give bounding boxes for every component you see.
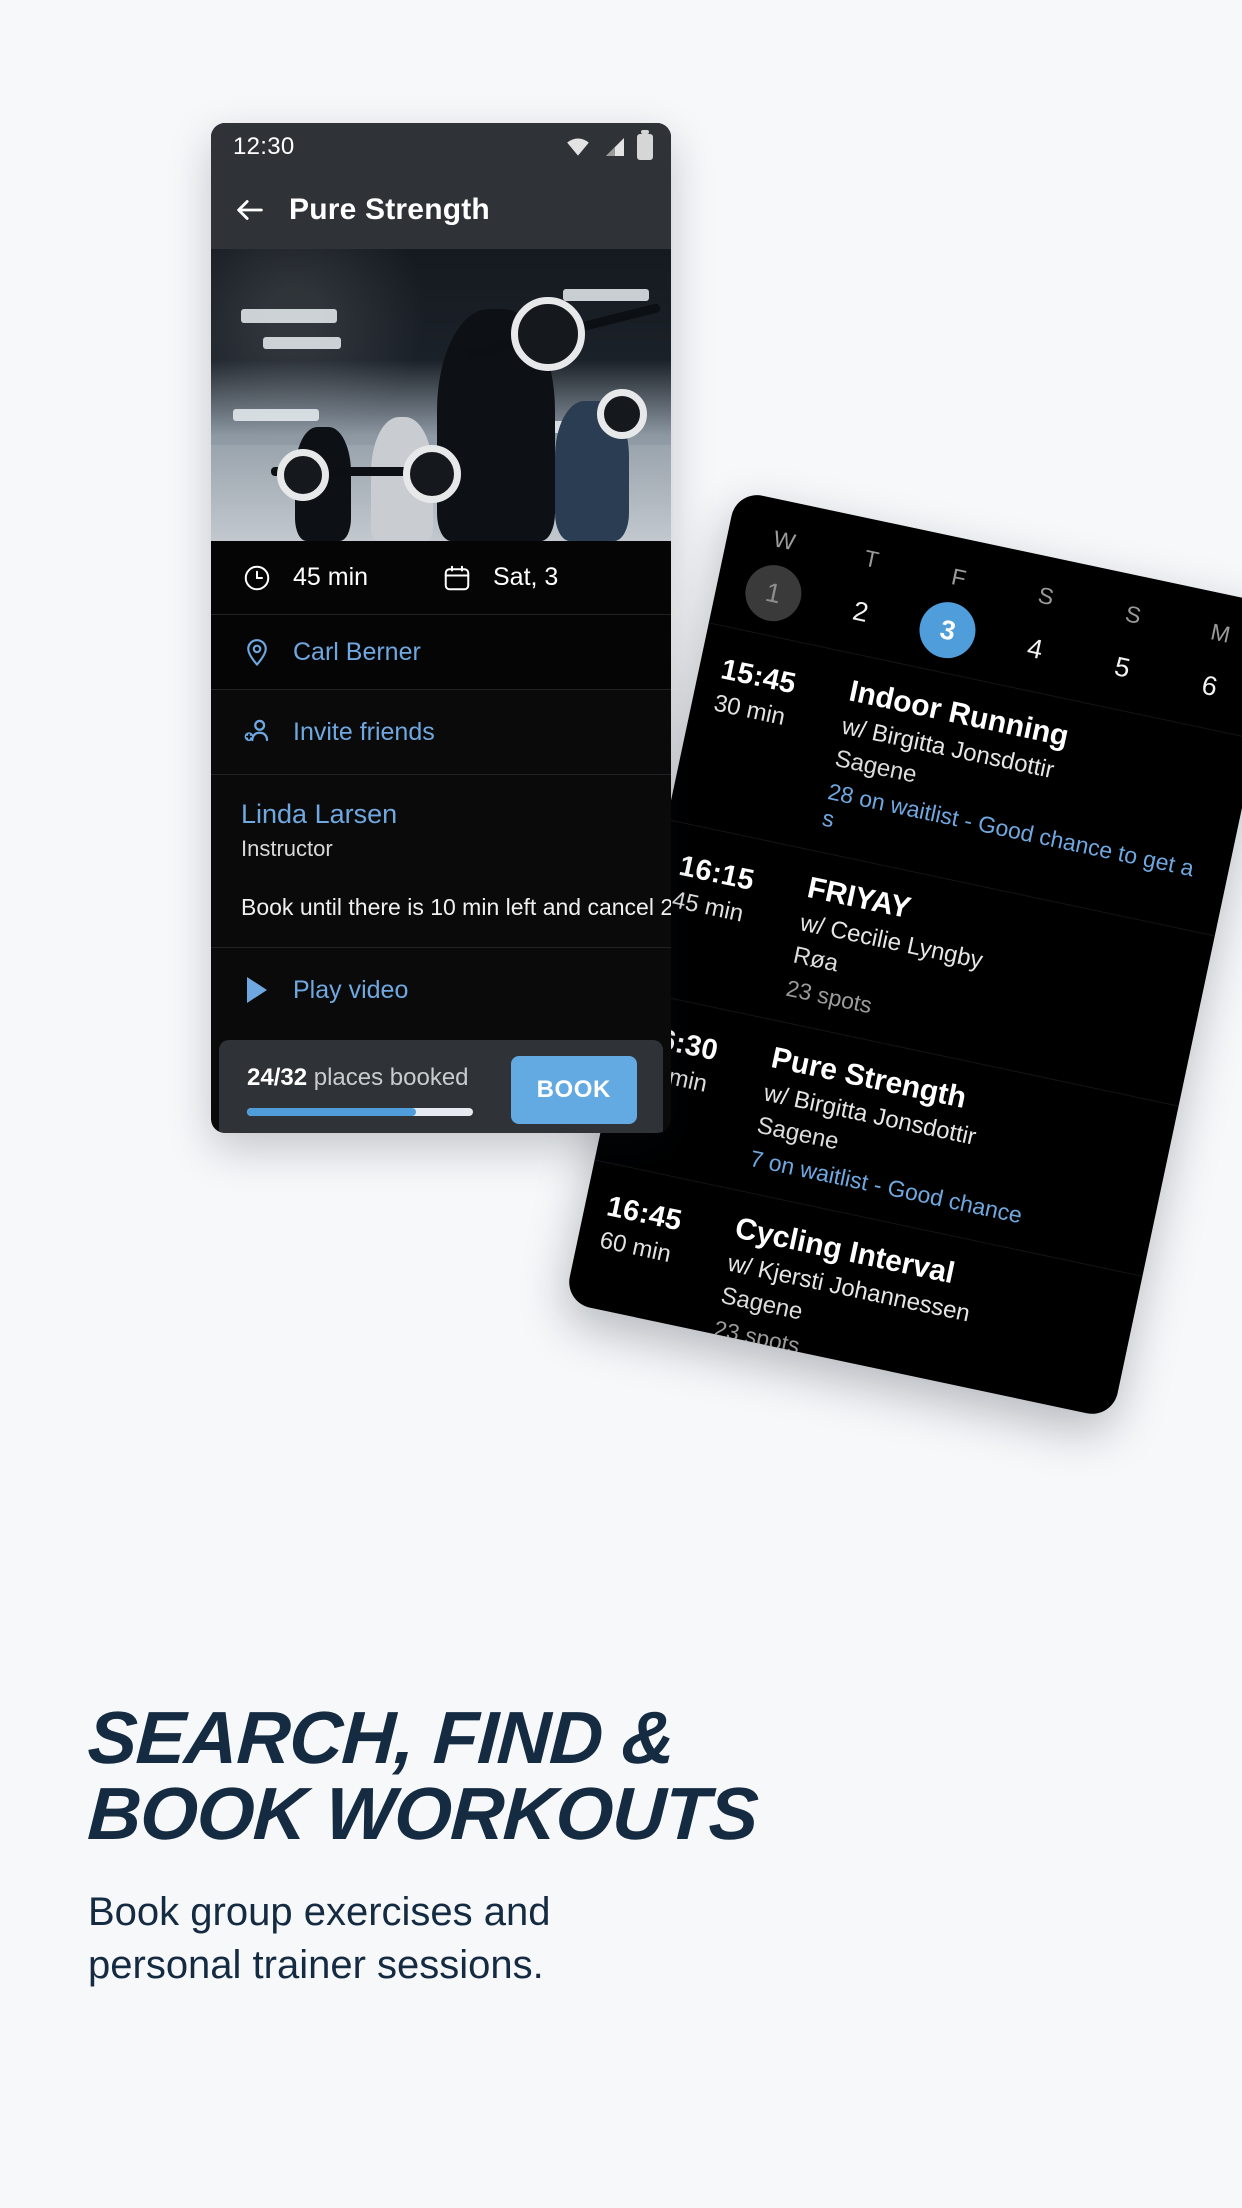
class-time-block: 16:15 45 min [669, 844, 793, 937]
day-chip[interactable]: S 5 [1086, 595, 1166, 701]
clock-icon [241, 562, 273, 594]
class-time-block: 16:45 30 min [564, 1355, 685, 1419]
status-bar: 12:30 [211, 123, 671, 171]
day-chip[interactable]: T 2 [824, 540, 904, 646]
day-chip[interactable]: W 1 [737, 521, 817, 627]
instructor-block[interactable]: Linda Larsen Instructor [211, 775, 671, 872]
day-letter: S [1123, 600, 1145, 629]
day-number: 1 [740, 559, 807, 627]
day-letter: F [949, 563, 969, 592]
wifi-icon [567, 138, 589, 156]
places-booked-count: 24/32 [247, 1064, 308, 1091]
arrow-left-icon[interactable] [233, 193, 267, 227]
class-time-block: 16:45 60 min [597, 1185, 721, 1278]
day-number: 4 [1024, 632, 1046, 666]
status-bar-clock: 12:30 [233, 133, 295, 160]
day-chip-selected[interactable]: F 3 [912, 558, 992, 664]
places-booked-text: 24/32 places booked [247, 1064, 493, 1092]
calendar-icon [441, 562, 473, 594]
booking-policy-text: Book until there is 10 min left and canc… [211, 872, 671, 948]
instructor-role: Instructor [241, 836, 333, 861]
day-chip[interactable]: S 4 [999, 577, 1079, 683]
booking-progress-track [247, 1108, 473, 1116]
map-pin-icon [241, 636, 273, 668]
invite-friends-row[interactable]: Invite friends [211, 689, 671, 775]
day-number: 6 [1199, 669, 1221, 703]
subtext: Book group exercises and personal traine… [88, 1890, 551, 1987]
class-duration: 30 min [564, 1396, 638, 1419]
class-time: 16:45 [567, 1360, 649, 1408]
book-button[interactable]: BOOK [510, 1056, 637, 1124]
add-person-icon [241, 716, 273, 748]
location-value: Carl Berner [293, 637, 421, 666]
day-letter: T [862, 544, 882, 574]
day-number: 3 [914, 597, 982, 664]
promo-screenshot: W 1 T 2 F 3 S 4 S 5 M 6 15:45 30 min Ind… [0, 0, 1242, 2208]
location-cell[interactable]: Carl Berner [241, 636, 421, 668]
booking-progress-block: 24/32 places booked [247, 1064, 493, 1116]
signal-icon [606, 138, 624, 156]
marketing-copy: SEARCH, FIND & BOOK WORKOUTS Book group … [85, 1696, 1088, 1992]
class-hero-image [211, 249, 671, 541]
headline-line-1: SEARCH, FIND & [85, 1696, 677, 1779]
date-cell: Sat, 3 [441, 562, 641, 594]
headline-line-2: BOOK WORKOUTS [85, 1772, 760, 1855]
play-icon [241, 974, 273, 1006]
date-value: Sat, 3 [493, 563, 559, 591]
detail-row-location[interactable]: Carl Berner [211, 615, 671, 689]
app-bar: Pure Strength [211, 171, 671, 249]
play-video-label: Play video [293, 975, 409, 1004]
day-letter: M [1208, 618, 1234, 648]
day-number: 5 [1111, 651, 1133, 684]
instructor-name: Linda Larsen [241, 799, 398, 829]
day-letter: W [771, 525, 799, 556]
battery-icon [637, 130, 653, 160]
phone-mockup: 12:30 Pure Strength 45 min Sat, 3 Carl B… [211, 123, 671, 1133]
booking-bar: 24/32 places booked BOOK [219, 1040, 663, 1133]
play-video-row[interactable]: Play video [211, 948, 671, 1032]
day-number: 2 [850, 595, 872, 628]
page-title: Pure Strength [289, 193, 490, 226]
day-chip[interactable]: M 6 [1173, 614, 1242, 720]
status-bar-icons [565, 130, 653, 160]
class-details: 45 min Sat, 3 Carl Berner [211, 541, 671, 689]
duration-value: 45 min [293, 563, 369, 591]
booking-progress-fill [247, 1108, 417, 1116]
places-booked-label: places booked [313, 1064, 469, 1091]
day-letter: S [1035, 581, 1057, 611]
duration-cell: 45 min [241, 562, 441, 594]
invite-friends-label: Invite friends [293, 717, 435, 746]
class-time-block: 15:45 30 min [711, 648, 835, 741]
detail-row-primary: 45 min Sat, 3 [211, 541, 671, 615]
